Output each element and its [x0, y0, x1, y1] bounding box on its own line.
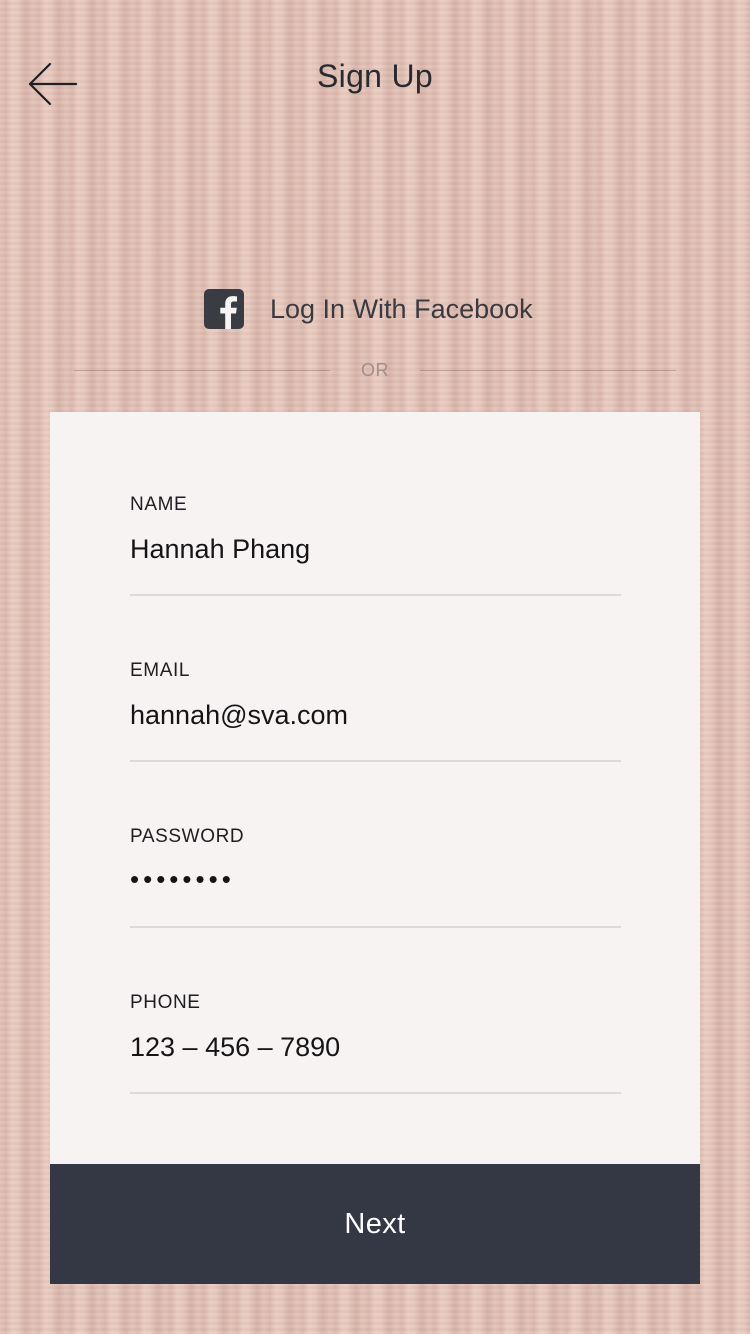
- password-label: PASSWORD: [130, 826, 245, 847]
- name-label: NAME: [130, 494, 188, 515]
- phone-label: PHONE: [130, 992, 201, 1013]
- next-button[interactable]: Next: [50, 1164, 700, 1284]
- password-field: PASSWORD ••••••••: [130, 826, 621, 946]
- phone-field: PHONE 123 – 456 – 7890: [130, 992, 621, 1112]
- or-divider: OR: [74, 356, 676, 386]
- email-underline: [130, 760, 621, 762]
- header: Sign Up: [0, 0, 750, 165]
- facebook-login-button[interactable]: Log In With Facebook: [200, 284, 560, 334]
- facebook-login-label: Log In With Facebook: [270, 293, 533, 324]
- signup-form-card: NAME Hannah Phang EMAIL hannah@sva.com P…: [50, 412, 700, 1284]
- password-input[interactable]: ••••••••: [130, 864, 621, 895]
- password-underline: [130, 926, 621, 928]
- facebook-icon: [204, 289, 244, 329]
- divider-line-right: [420, 370, 676, 371]
- email-field: EMAIL hannah@sva.com: [130, 660, 621, 780]
- name-input[interactable]: Hannah Phang: [130, 534, 621, 565]
- page-title: Sign Up: [317, 58, 433, 94]
- name-underline: [130, 594, 621, 596]
- name-field: NAME Hannah Phang: [130, 494, 621, 614]
- phone-input[interactable]: 123 – 456 – 7890: [130, 1032, 621, 1063]
- email-label: EMAIL: [130, 660, 191, 681]
- email-input[interactable]: hannah@sva.com: [130, 700, 621, 731]
- phone-underline: [130, 1092, 621, 1094]
